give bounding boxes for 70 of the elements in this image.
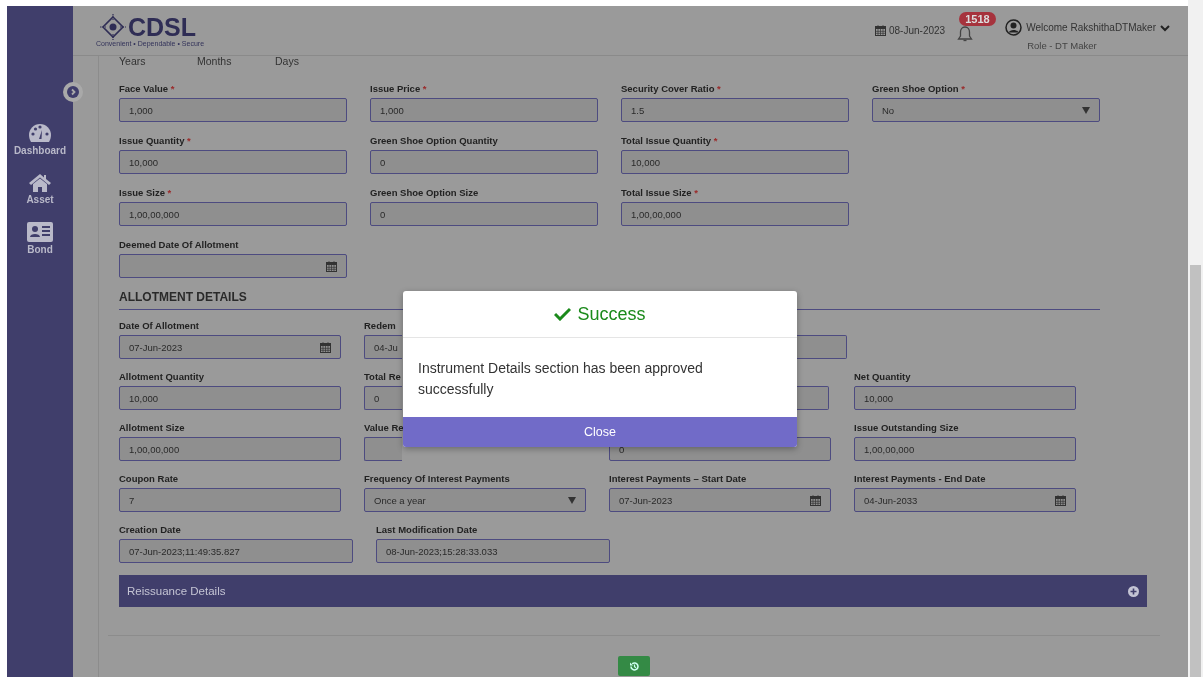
required-mark: * — [961, 83, 965, 94]
required-mark: * — [713, 135, 718, 146]
input-field[interactable]: 1,00,00,000 — [854, 437, 1076, 461]
field-label: Net Quantity — [854, 371, 911, 382]
date-field[interactable]: 04-Jun-2033 — [854, 488, 1076, 512]
input-field[interactable]: 10,000 — [854, 386, 1076, 410]
field-label: Last Modification Date — [376, 524, 478, 535]
welcome-text: Welcome RakshithaDTMaker — [1026, 22, 1156, 33]
field-label: Green Shoe Option Size — [370, 187, 479, 198]
input-field[interactable]: 10,000 — [621, 150, 849, 174]
sidebar-item[interactable]: Asset — [26, 173, 54, 205]
field-label: Security Cover Ratio — [621, 83, 715, 94]
input-field[interactable]: 04-Ju — [364, 335, 402, 359]
close-button[interactable]: Close — [403, 417, 797, 447]
user-role: Role - DT Maker — [1027, 40, 1098, 51]
field-label: Total Re — [364, 371, 401, 382]
dropdown[interactable]: No — [872, 98, 1100, 122]
notification-badge: 1518 — [959, 12, 996, 26]
field-label: Deemed Date Of Allotment — [119, 239, 239, 250]
input-field[interactable]: 0 — [370, 150, 598, 174]
input-field[interactable]: 1,000 — [119, 98, 347, 122]
field-label: Total Issue Quantity — [621, 135, 712, 146]
input-field[interactable]: 1,00,00,000 — [621, 202, 849, 226]
field-label: Interest Payments – Start Date — [609, 473, 747, 484]
field-label: Value Re — [364, 422, 404, 433]
required-mark: * — [167, 187, 172, 198]
input-field[interactable]: 1,000 — [370, 98, 598, 122]
current-date: 08-Jun-2023 — [889, 25, 946, 36]
field-label: Creation Date — [119, 524, 181, 535]
field-label: Total Issue Size — [621, 187, 692, 198]
sidebar-item[interactable]: Bond — [27, 222, 53, 255]
required-mark: * — [187, 135, 191, 146]
input-field[interactable]: 1.5 — [621, 98, 849, 122]
input-field[interactable]: 1,00,00,000 — [119, 437, 341, 461]
input-field[interactable]: 0 — [364, 386, 402, 410]
field-label: Face Value — [119, 83, 169, 94]
field-label: Redem — [364, 320, 396, 331]
field-label: Issue Outstanding Size — [854, 422, 959, 433]
input-field[interactable]: 7 — [119, 488, 341, 512]
input-field[interactable]: 0 — [370, 202, 598, 226]
field-label: Interest Payments - End Date — [854, 473, 986, 484]
required-mark: * — [717, 83, 721, 94]
field-label: Date Of Allotment — [119, 320, 199, 331]
field-label: Days — [275, 56, 300, 68]
collapsible-section-header[interactable]: Reissuance Details — [119, 575, 1147, 607]
required-mark: * — [422, 83, 427, 94]
field-label: Coupon Rate — [119, 473, 179, 484]
required-mark: * — [170, 83, 175, 94]
input-field[interactable]: 08-Jun-2023;15:28:33.033 — [376, 539, 610, 563]
field-label: Allotment Size — [119, 422, 185, 433]
date-field[interactable]: 07-Jun-2023 — [609, 488, 831, 512]
field-label: Months — [197, 56, 233, 68]
input-field[interactable]: 1,00,00,000 — [119, 202, 347, 226]
input-field[interactable]: 10,000 — [119, 150, 347, 174]
input-field[interactable]: 07-Jun-2023;11:49:35.827 — [119, 539, 353, 563]
field-label: Frequency Of Interest Payments — [364, 473, 510, 484]
field-label: Green Shoe Option Quantity — [370, 135, 498, 146]
field-label: Issue Quantity — [119, 135, 185, 146]
sidebar-item[interactable]: Dashboard — [13, 123, 67, 156]
required-mark: * — [694, 187, 698, 198]
field-label: Years — [119, 56, 147, 68]
dialog-message: Instrument Details section has been approved successfully — [417, 359, 704, 399]
field-label: Issue Size — [119, 187, 165, 198]
field-label: Issue Price — [370, 83, 421, 94]
logo-wordmark: CDSL — [128, 14, 197, 40]
dropdown[interactable]: Once a year — [364, 488, 586, 512]
date-field[interactable]: 07-Jun-2023 — [119, 335, 341, 359]
field-label: Green Shoe Option — [872, 83, 959, 94]
field-label: Allotment Quantity — [119, 371, 204, 382]
input-field[interactable]: 10,000 — [119, 386, 341, 410]
